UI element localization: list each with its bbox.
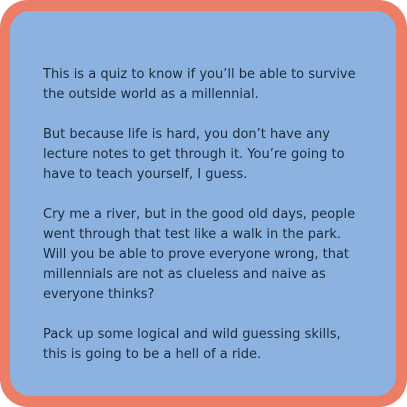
lecture-notes-paragraph: But because life is hard, you don’t have… [43,127,345,182]
closing-paragraph: Pack up some logical and wild guessing s… [43,327,341,362]
intro-paragraph: This is a quiz to know if you’ll be able… [43,67,356,102]
quiz-intro-card: This is a quiz to know if you’ll be able… [10,11,396,396]
good-old-days-paragraph: Cry me a river, but in the good old days… [43,207,356,302]
quiz-intro-card-border: This is a quiz to know if you’ll be able… [0,0,407,407]
